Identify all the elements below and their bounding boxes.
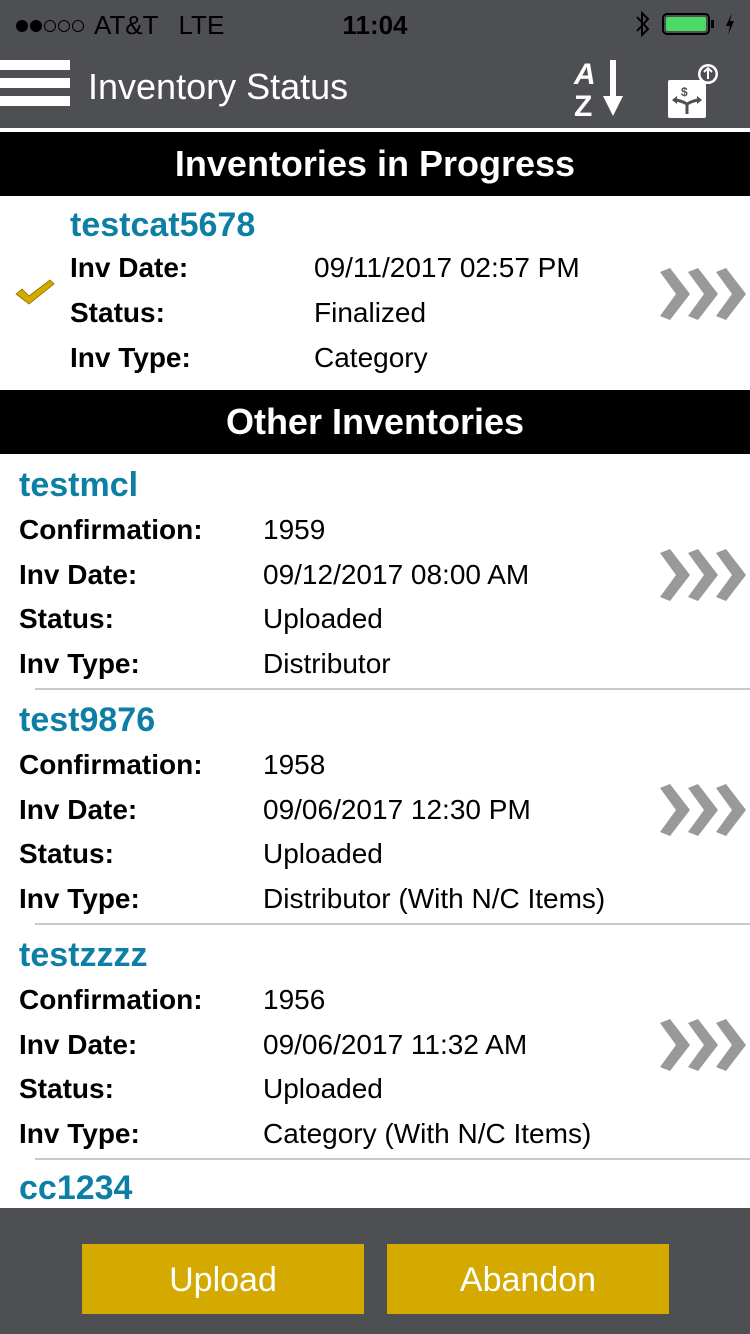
inventory-name: testzzzz: [19, 936, 148, 974]
status-right: [634, 10, 736, 38]
upload-costing-button[interactable]: $: [666, 60, 718, 118]
inventory-name: testmcl: [19, 466, 139, 504]
inv-date-value: 09/12/2017 08:00 AM: [263, 559, 530, 590]
nav-bar: Inventory Status A Z $: [0, 50, 750, 128]
battery-icon: [662, 13, 710, 35]
inventory-name: testcat5678: [70, 206, 256, 244]
inventory-name: cc1234: [19, 1169, 133, 1207]
status-bar: AT&T LTE 11:04: [0, 0, 750, 50]
inv-date-value: 09/06/2017 12:30 PM: [263, 794, 531, 825]
bluetooth-icon: [636, 10, 650, 38]
field-label: Status:: [70, 297, 165, 328]
charging-bolt-icon: [726, 13, 734, 35]
hamburger-icon: [0, 60, 70, 70]
confirmation-value: 1959: [263, 514, 326, 545]
field-label: Confirmation:: [19, 514, 203, 545]
upload-button[interactable]: Upload: [82, 1244, 364, 1314]
status-value: Uploaded: [263, 603, 383, 634]
list-item-in-progress[interactable]: testcat5678 Inv Date: 09/11/2017 02:57 P…: [0, 196, 750, 386]
chevron-right-icon[interactable]: [658, 547, 750, 603]
list-item[interactable]: cc1234: [0, 1159, 750, 1209]
field-label: Status:: [19, 838, 114, 869]
field-label: Inv Date:: [19, 559, 138, 590]
inv-type-value: Distributor (With N/C Items): [263, 883, 606, 914]
list-item[interactable]: test9876 Confirmation: 1958 Inv Date: 09…: [0, 689, 750, 925]
field-label: Confirmation:: [19, 984, 203, 1015]
section-header-other: Other Inventories: [0, 390, 750, 454]
abandon-button[interactable]: Abandon: [387, 1244, 669, 1314]
section-header-in-progress: Inventories in Progress: [0, 132, 750, 196]
confirmation-value: 1956: [263, 984, 326, 1015]
svg-text:$: $: [681, 85, 688, 99]
inv-type-value: Category (With N/C Items): [263, 1118, 592, 1149]
status-value: Uploaded: [263, 838, 383, 869]
field-label: Inv Type:: [19, 1118, 140, 1149]
field-label: Inv Type:: [19, 883, 140, 914]
field-label: Status:: [19, 1073, 114, 1104]
status-value: Finalized: [314, 297, 427, 328]
field-label: Inv Type:: [70, 342, 191, 373]
bottom-toolbar: Upload Abandon: [0, 1208, 750, 1334]
field-label: Inv Date:: [70, 252, 189, 283]
checkmark-icon: [15, 279, 55, 305]
inventory-name: test9876: [19, 701, 156, 739]
sort-az-icon: A Z: [573, 58, 623, 123]
svg-text:A: A: [573, 58, 596, 91]
menu-button[interactable]: [0, 60, 70, 112]
inv-type-value: Category: [314, 342, 428, 373]
field-label: Confirmation:: [19, 749, 203, 780]
status-value: Uploaded: [263, 1073, 383, 1104]
page-title: Inventory Status: [88, 66, 349, 107]
upload-costing-icon: $: [668, 64, 718, 118]
chevron-right-icon[interactable]: [658, 266, 750, 322]
inv-type-value: Distributor: [263, 648, 391, 679]
svg-text:Z: Z: [574, 90, 592, 120]
list-item[interactable]: testmcl Confirmation: 1959 Inv Date: 09/…: [0, 454, 750, 690]
list-item[interactable]: testzzzz Confirmation: 1956 Inv Date: 09…: [0, 924, 750, 1160]
chevron-right-icon[interactable]: [658, 782, 750, 838]
sort-button[interactable]: A Z: [570, 56, 630, 123]
field-label: Inv Date:: [19, 794, 138, 825]
confirmation-value: 1958: [263, 749, 326, 780]
chevron-right-icon[interactable]: [658, 1017, 750, 1073]
inv-date-value: 09/06/2017 11:32 AM: [263, 1029, 528, 1060]
field-label: Status:: [19, 603, 114, 634]
inv-date-value: 09/11/2017 02:57 PM: [314, 252, 580, 283]
field-label: Inv Type:: [19, 648, 140, 679]
field-label: Inv Date:: [19, 1029, 138, 1060]
